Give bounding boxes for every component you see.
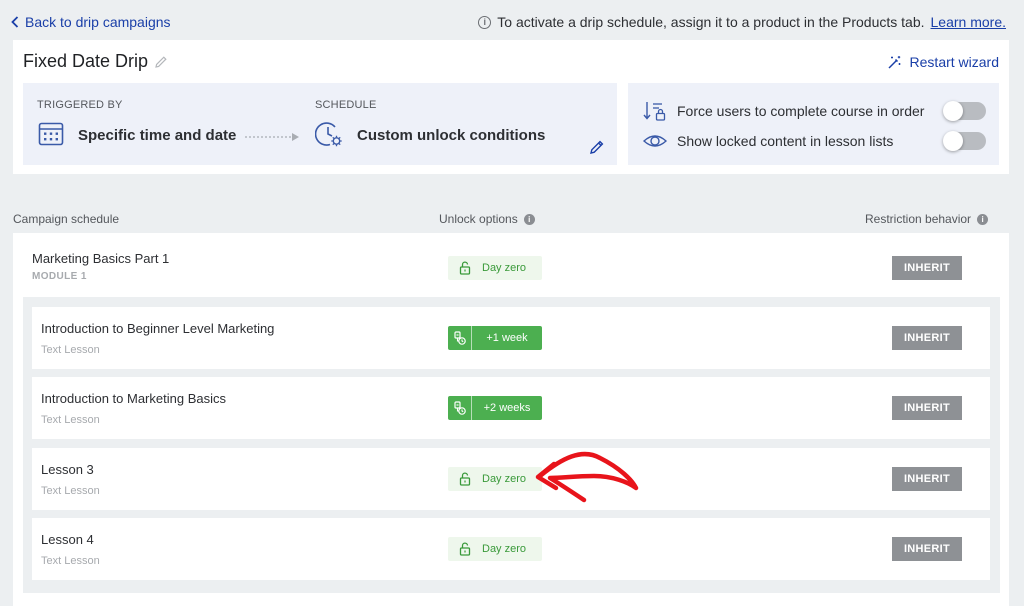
triggered-by-label: TRIGGERED BY — [37, 99, 123, 111]
unlock-option-pill[interactable]: +1 week — [448, 326, 542, 350]
restriction-inherit-button[interactable]: INHERIT — [892, 396, 962, 420]
triggered-by-value: Specific time and date — [78, 127, 237, 144]
lesson-title: Lesson 3 — [41, 462, 94, 477]
lesson-title: Introduction to Beginner Level Marketing — [41, 321, 275, 336]
unlock-option-pill[interactable]: Day zero — [448, 537, 542, 561]
restriction-inherit-button[interactable]: INHERIT — [892, 256, 962, 280]
activation-info-note: i To activate a drip schedule, assign it… — [478, 14, 1006, 30]
restart-wizard-label: Restart wizard — [909, 54, 999, 70]
schedule-label: SCHEDULE — [315, 99, 377, 111]
restriction-inherit-button[interactable]: INHERIT — [892, 537, 962, 561]
restriction-behavior-header: Restriction behavior i — [865, 212, 989, 226]
force-order-setting: Force users to complete course in order — [643, 100, 986, 122]
schedule-value: Custom unlock conditions — [357, 127, 546, 144]
learn-more-link[interactable]: Learn more. — [931, 14, 1006, 30]
info-icon: i — [478, 15, 492, 29]
unlock-option-label: Day zero — [482, 262, 527, 274]
show-locked-label: Show locked content in lesson lists — [677, 133, 894, 149]
restart-wizard-button[interactable]: Restart wizard — [887, 54, 999, 70]
sort-lock-icon — [643, 102, 666, 121]
pencil-icon[interactable] — [154, 55, 168, 69]
info-text: To activate a drip schedule, assign it t… — [497, 14, 925, 30]
back-to-drip-campaigns-link[interactable]: Back to drip campaigns — [11, 14, 171, 30]
restriction-behavior-header-label: Restriction behavior — [865, 212, 972, 226]
unlock-icon — [459, 542, 471, 556]
lesson-type: Text Lesson — [41, 344, 100, 356]
unlock-options-header-label: Unlock options — [439, 212, 518, 226]
unlock-icon — [459, 472, 471, 486]
course-settings-toggles: Force users to complete course in order … — [628, 83, 999, 165]
pencil-icon[interactable] — [589, 139, 605, 155]
unlock-options-header: Unlock options i — [439, 212, 535, 226]
flow-arrow-icon — [245, 133, 299, 141]
module-lessons-container: Introduction to Beginner Level Marketing… — [23, 297, 1000, 593]
lesson-title: Introduction to Marketing Basics — [41, 391, 226, 406]
restriction-inherit-button[interactable]: INHERIT — [892, 326, 962, 350]
chevron-left-icon — [11, 16, 19, 28]
unlock-icon — [459, 261, 471, 275]
clock-gear-icon — [315, 122, 342, 147]
magic-wand-icon — [888, 55, 901, 69]
eye-icon — [643, 135, 667, 147]
calendar-icon — [38, 122, 64, 146]
toggle-knob — [943, 101, 963, 121]
unlock-option-pill[interactable]: Day zero — [448, 467, 542, 491]
delay-icon — [448, 326, 472, 350]
unlock-option-pill[interactable]: Day zero — [448, 256, 542, 280]
top-bar: Back to drip campaigns i To activate a d… — [0, 0, 1024, 40]
campaign-title-row: Fixed Date Drip — [23, 51, 168, 72]
campaign-title: Fixed Date Drip — [23, 51, 149, 71]
lesson-row: Lesson 4 Text Lesson Day zero INHERIT — [32, 518, 990, 580]
module-row: Marketing Basics Part 1 MODULE 1 Day zer… — [13, 233, 1009, 297]
lesson-row: Introduction to Beginner Level Marketing… — [32, 307, 990, 369]
module-title: Marketing Basics Part 1 — [32, 251, 170, 266]
unlock-option-label: Day zero — [482, 473, 527, 485]
show-locked-toggle[interactable] — [943, 131, 986, 151]
unlock-option-pill[interactable]: +2 weeks — [448, 396, 542, 420]
campaign-schedule-header-label: Campaign schedule — [13, 212, 120, 226]
lesson-type: Text Lesson — [41, 555, 100, 567]
back-link-label: Back to drip campaigns — [25, 14, 171, 30]
info-icon[interactable]: i — [977, 213, 989, 225]
campaign-header-card: Fixed Date Drip Restart wizard TRIGGERED… — [13, 40, 1009, 174]
force-order-toggle[interactable] — [943, 101, 986, 121]
lesson-type: Text Lesson — [41, 414, 100, 426]
lesson-type: Text Lesson — [41, 485, 100, 497]
show-locked-setting: Show locked content in lesson lists — [643, 130, 986, 152]
unlock-option-label: Day zero — [482, 543, 527, 555]
toggle-knob — [943, 131, 963, 151]
campaign-schedule-list: Marketing Basics Part 1 MODULE 1 Day zer… — [13, 233, 1009, 606]
lesson-row: Introduction to Marketing Basics Text Le… — [32, 377, 990, 439]
lesson-title: Lesson 4 — [41, 532, 94, 547]
force-order-label: Force users to complete course in order — [677, 103, 925, 119]
delay-icon — [448, 396, 472, 420]
module-subtitle: MODULE 1 — [32, 271, 87, 282]
info-icon[interactable]: i — [523, 213, 535, 225]
lesson-row: Lesson 3 Text Lesson Day zero INHERIT — [32, 448, 990, 510]
trigger-schedule-box: TRIGGERED BY Specific time and date SCHE… — [23, 83, 617, 165]
restriction-inherit-button[interactable]: INHERIT — [892, 467, 962, 491]
unlock-option-label: +2 weeks — [483, 402, 531, 414]
unlock-option-label: +1 week — [486, 332, 528, 344]
campaign-schedule-header: Campaign schedule — [13, 212, 119, 226]
